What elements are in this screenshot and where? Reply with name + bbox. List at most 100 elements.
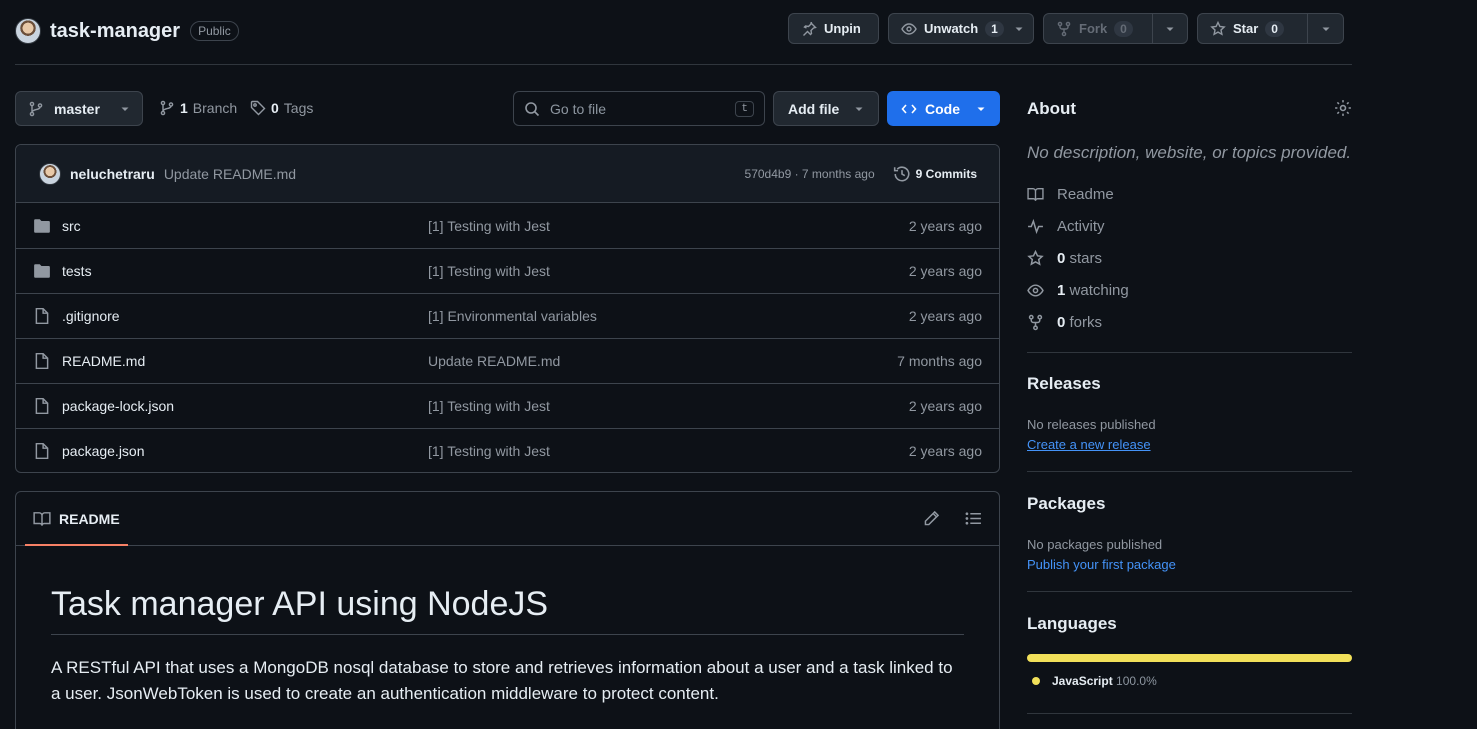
file-commit-message[interactable]: [1] Testing with Jest [428, 218, 909, 234]
file-icon [33, 397, 51, 415]
forks-label: forks [1069, 314, 1103, 331]
fork-icon [1027, 314, 1044, 331]
language-color-dot [1032, 677, 1040, 685]
unwatch-button[interactable]: Unwatch 1 [888, 13, 1034, 44]
file-commit-message[interactable]: [1] Testing with Jest [428, 443, 909, 459]
create-release-link[interactable]: Create a new release [1027, 437, 1151, 452]
publish-package-link[interactable]: Publish your first package [1027, 557, 1176, 572]
history-icon [893, 165, 911, 183]
commit-author[interactable]: neluchetraru [70, 166, 155, 182]
eye-icon [901, 21, 917, 37]
watching-link[interactable]: 1 watching [1027, 282, 1129, 299]
file-row[interactable]: package.json [1] Testing with Jest 2 years… [16, 428, 999, 472]
commits-link[interactable]: 9 Commits [893, 165, 977, 183]
chevron-down-icon[interactable] [1014, 24, 1024, 34]
commit-hash-time[interactable]: 570d4b9 · 7 months ago [745, 167, 875, 181]
readme-link-label: Readme [1057, 186, 1114, 203]
file-commit-message[interactable]: Update README.md [428, 353, 897, 369]
file-commit-message[interactable]: [1] Testing with Jest [428, 263, 909, 279]
file-name[interactable]: README.md [62, 353, 145, 369]
search-icon [524, 101, 540, 117]
shortcut-hint: t [735, 100, 754, 117]
chevron-down-icon [854, 104, 864, 114]
list-icon[interactable] [965, 510, 982, 527]
code-button[interactable]: Code [887, 91, 1000, 126]
fork-icon [1056, 21, 1072, 37]
language-percent: 100.0% [1116, 674, 1157, 688]
tags-link[interactable]: 0 Tags [250, 100, 313, 116]
forks-link[interactable]: 0 forks [1027, 314, 1102, 331]
chevron-down-icon [1165, 24, 1175, 34]
file-commit-date: 2 years ago [908, 398, 982, 414]
file-name-cell[interactable]: src [33, 217, 428, 235]
fork-button[interactable]: Fork 0 [1043, 13, 1188, 44]
star-button[interactable]: Star 0 [1197, 13, 1344, 44]
watching-count: 1 [1057, 282, 1066, 299]
language-item[interactable]: JavaScript 100.0% [1032, 674, 1157, 688]
releases-title[interactable]: Releases [1027, 374, 1101, 394]
readme-tools [923, 510, 982, 527]
stars-count: 0 [1057, 250, 1066, 267]
file-name[interactable]: src [62, 218, 81, 234]
file-icon [33, 352, 51, 370]
language-bar [1027, 654, 1352, 662]
file-name[interactable]: tests [62, 263, 92, 279]
commit-message[interactable]: Update README.md [164, 166, 296, 182]
file-name-cell[interactable]: README.md [33, 352, 428, 370]
repo-header: task-manager Public [15, 14, 239, 48]
gear-icon[interactable] [1334, 99, 1352, 117]
add-file-button[interactable]: Add file [773, 91, 879, 126]
forks-count: 0 [1057, 314, 1066, 331]
file-row[interactable]: src [1] Testing with Jest 2 years ago [16, 203, 999, 248]
readme-link[interactable]: Readme [1027, 186, 1114, 203]
file-name[interactable]: package-lock.json [62, 398, 174, 414]
pencil-icon[interactable] [923, 510, 940, 527]
readme-panel: README Task manager API using NodeJS A R… [15, 491, 1000, 729]
tag-count-label: Tags [283, 100, 314, 116]
readme-content: Task manager API using NodeJS A RESTful … [16, 585, 999, 707]
file-commit-message[interactable]: [1] Testing with Jest [428, 398, 909, 414]
file-row[interactable]: .gitignore [1] Environmental variables 2 y… [16, 293, 999, 338]
fork-dropdown[interactable] [1151, 14, 1187, 43]
file-row[interactable]: tests [1] Testing with Jest 2 years ago [16, 248, 999, 293]
unpin-button[interactable]: Unpin [788, 13, 879, 44]
sidebar-divider [1027, 591, 1352, 592]
file-commit-date: 2 years ago [908, 308, 982, 324]
file-name-cell[interactable]: tests [33, 262, 428, 280]
visibility-badge: Public [190, 21, 239, 41]
stars-link[interactable]: 0 stars [1027, 250, 1102, 267]
about-description: No description, website, or topics provi… [1027, 143, 1352, 162]
branch-name: master [54, 100, 100, 117]
repo-name[interactable]: task-manager [50, 20, 180, 43]
file-name-cell[interactable]: package.json [33, 442, 428, 460]
commit-author-avatar[interactable] [39, 162, 61, 185]
pulse-icon [1027, 218, 1044, 235]
file-name-cell[interactable]: package-lock.json [33, 397, 428, 415]
chevron-down-icon [976, 104, 986, 114]
go-to-file-placeholder: Go to file [550, 100, 607, 117]
stars-label: stars [1069, 250, 1103, 267]
branch-count-label: Branch [192, 100, 238, 116]
file-name-cell[interactable]: .gitignore [33, 307, 428, 325]
owner-avatar[interactable] [15, 18, 41, 44]
language-name: JavaScript [1052, 674, 1113, 688]
branches-link[interactable]: 1 Branch [159, 100, 237, 116]
go-to-file-input[interactable]: Go to file t [513, 91, 765, 126]
branch-selector[interactable]: master [15, 91, 143, 126]
file-row[interactable]: package-lock.json [1] Testing with Jest 2 … [16, 383, 999, 428]
file-name[interactable]: .gitignore [62, 308, 120, 324]
file-name[interactable]: package.json [62, 443, 145, 459]
file-commit-message[interactable]: [1] Environmental variables [428, 308, 909, 324]
file-row[interactable]: README.md Update README.md 7 months ago [16, 338, 999, 383]
tag-count: 0 [271, 100, 279, 116]
readme-tab[interactable]: README [25, 492, 128, 546]
activity-link[interactable]: Activity [1027, 218, 1105, 235]
star-dropdown[interactable] [1307, 14, 1343, 43]
folder-icon [33, 217, 51, 235]
folder-icon [33, 262, 51, 280]
packages-title[interactable]: Packages [1027, 494, 1105, 514]
commits-count: 9 Commits [915, 166, 977, 181]
star-icon [1210, 20, 1226, 37]
file-list: src [1] Testing with Jest 2 years ago tests… [16, 203, 999, 472]
sidebar-divider [1027, 713, 1352, 714]
